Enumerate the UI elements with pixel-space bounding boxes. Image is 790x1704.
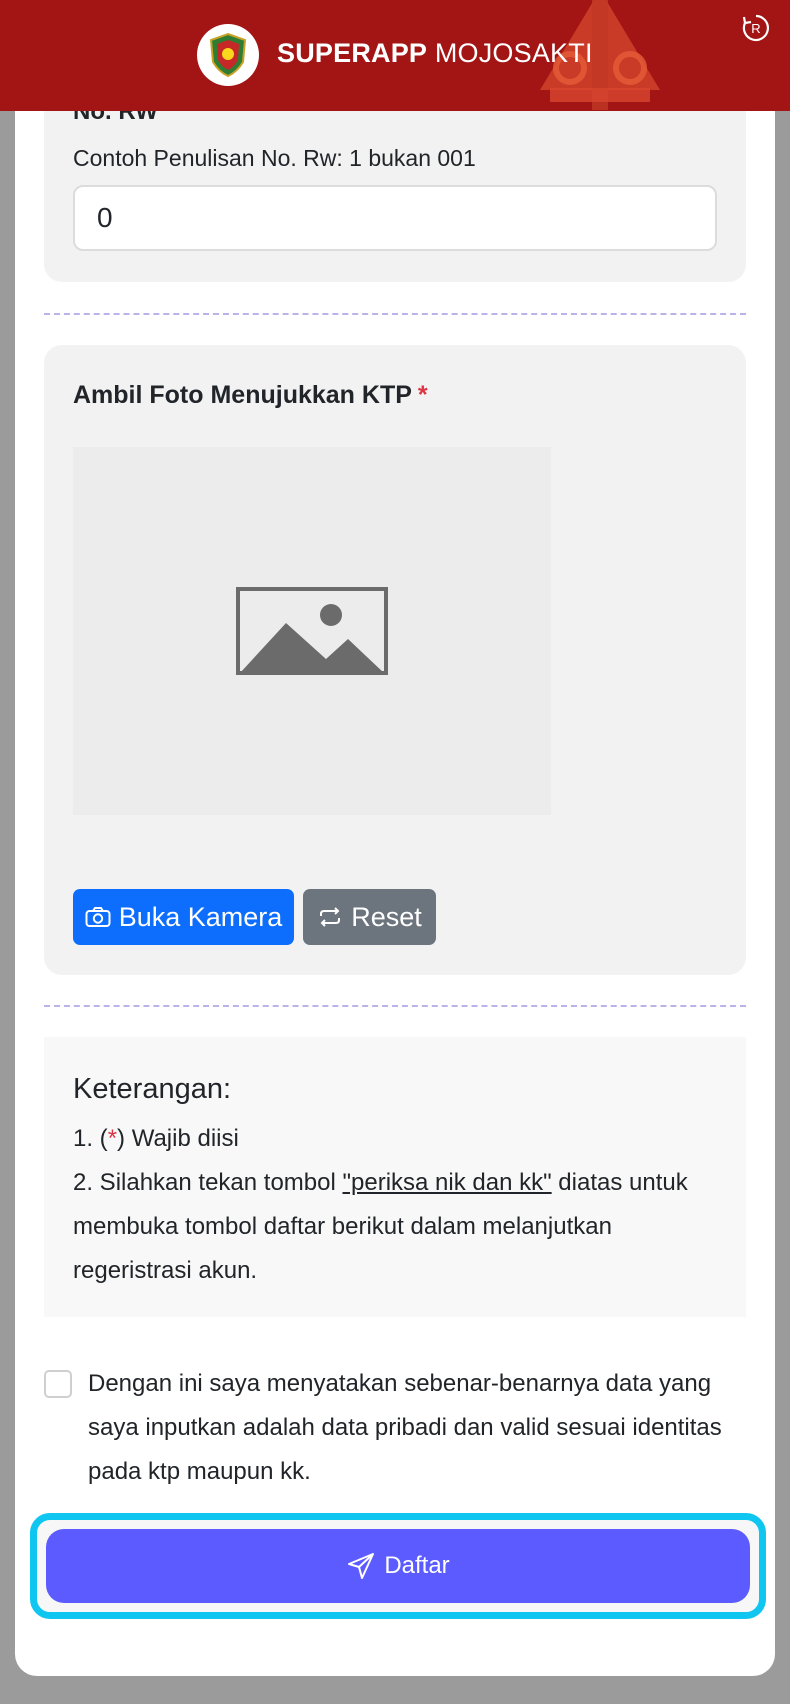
image-placeholder-icon — [236, 587, 388, 675]
repeat-icon — [320, 907, 341, 927]
section-divider — [44, 313, 746, 315]
submit-highlight: Daftar — [30, 1513, 766, 1619]
section-divider — [44, 1005, 746, 1007]
agreement-text: Dengan ini saya menyatakan sebenar-benar… — [88, 1370, 722, 1485]
foto-ktp-section: Ambil Foto Menujukkan KTP * Buka Kamera R… — [44, 345, 746, 975]
keterangan-item-1: 1. (*) Wajib diisi — [73, 1125, 239, 1152]
reset-label: Reset — [351, 901, 422, 932]
keterangan-item-2: 2. Silahkan tekan tombol "periksa nik da… — [73, 1169, 688, 1284]
open-camera-button[interactable]: Buka Kamera — [73, 889, 294, 945]
keterangan-title: Keterangan: — [73, 1073, 232, 1105]
required-mark: * — [417, 381, 428, 409]
photo-preview — [73, 447, 551, 815]
keterangan-list: 1. (*) Wajib diisi 2. Silahkan tekan tom… — [73, 1117, 713, 1293]
daftar-label: Daftar — [384, 1552, 450, 1579]
emblem-icon — [209, 32, 247, 78]
open-camera-label: Buka Kamera — [118, 901, 283, 932]
camera-icon — [85, 907, 111, 927]
app-title: SUPERAPP MOJOSAKTI — [277, 38, 593, 68]
send-icon — [348, 1553, 375, 1579]
emblem-logo — [197, 24, 259, 86]
foto-ktp-label: Ambil Foto Menujukkan KTP * — [73, 381, 428, 409]
app-header: SUPERAPP MOJOSAKTI R — [0, 0, 790, 111]
rw-input[interactable]: 0 — [73, 185, 717, 251]
daftar-button[interactable]: Daftar — [46, 1529, 750, 1603]
reset-button[interactable]: Reset — [303, 889, 436, 945]
periksa-link-text: "periksa nik dan kk" — [342, 1169, 552, 1196]
agreement-checkbox[interactable] — [44, 1370, 72, 1398]
keterangan-box: Keterangan: 1. (*) Wajib diisi 2. Silahk… — [44, 1037, 746, 1317]
reload-registered-icon[interactable]: R — [740, 12, 772, 44]
rw-hint: Contoh Penulisan No. Rw: 1 bukan 001 — [73, 145, 476, 171]
svg-text:R: R — [751, 21, 760, 36]
